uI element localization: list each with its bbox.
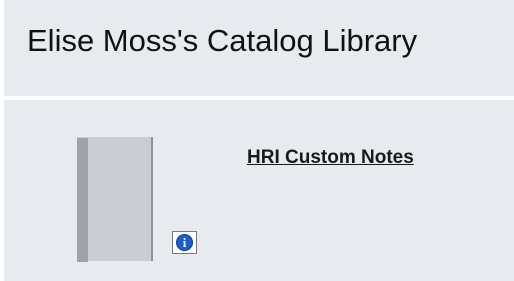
catalog-item-title-link[interactable]: HRI Custom Notes — [247, 147, 414, 169]
catalog-item: i HRI Custom Notes — [4, 100, 514, 281]
library-header: Elise Moss's Catalog Library — [4, 0, 514, 96]
catalog-library-panel: Elise Moss's Catalog Library i HRI Custo… — [4, 0, 514, 281]
info-button[interactable]: i — [172, 231, 197, 254]
info-icon: i — [176, 234, 193, 251]
book-spine — [77, 137, 88, 262]
catalog-thumbnail[interactable] — [77, 137, 157, 262]
book-icon — [88, 137, 153, 261]
page-title: Elise Moss's Catalog Library — [27, 23, 418, 58]
